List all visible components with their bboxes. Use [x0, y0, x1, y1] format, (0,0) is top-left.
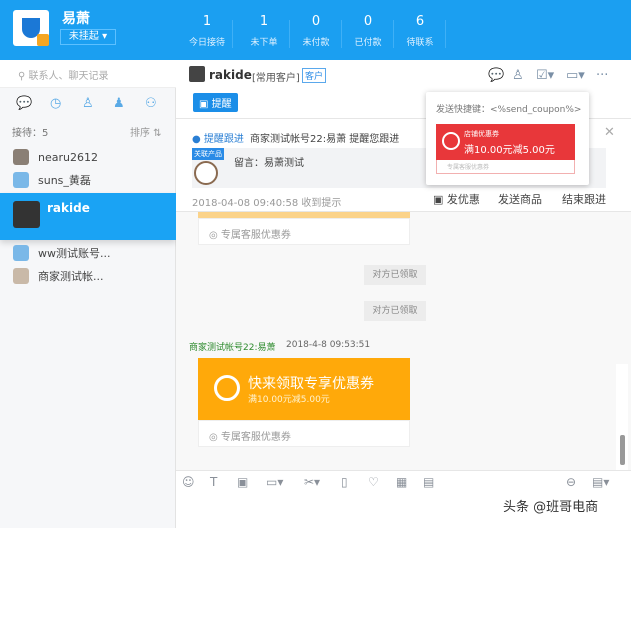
more-icon[interactable]: ··· [596, 68, 608, 83]
contact-item[interactable]: ww测试账号... [0, 242, 176, 265]
coupon-value: 满10.00元减5.00元 [464, 145, 555, 156]
avatar [13, 149, 29, 165]
system-message: 对方已领取 [364, 301, 426, 321]
coupon-type: 店铺优惠券 [464, 130, 499, 138]
sort-button[interactable]: 排序 ⇅ [130, 124, 162, 139]
coupon-card[interactable]: 快来领取专享优惠券 满10.00元减5.00元 [198, 358, 410, 420]
coupon-value: 满10.00元减5.00元 [248, 395, 330, 405]
contact-item[interactable]: nearu2612 [0, 146, 176, 169]
stat-today[interactable]: 1 今日接待 [181, 14, 233, 48]
avatar [13, 268, 29, 284]
clock-tab-icon[interactable]: ◷ [50, 96, 61, 111]
avatar [13, 245, 29, 261]
scrollbar[interactable] [616, 364, 628, 622]
coupon-footer: ◎ 专属客服优惠券 [198, 420, 410, 447]
shortcut-hint: 发送快捷键：<%send_coupon%> [436, 105, 582, 115]
reception-count: 接待：5 [12, 128, 49, 139]
emoji-icon[interactable]: ☺ [182, 475, 195, 489]
stat-to-contact[interactable]: 6 待联系 [394, 14, 446, 48]
status-dropdown[interactable]: 未挂起 ▾ [60, 29, 116, 45]
avatar [189, 66, 205, 82]
chat-panel: rakide [常用客户] 客户 ▣ 提醒 💬 ♙ ☑▾ ▭▾ ··· ● 提醒… [176, 60, 631, 622]
remind-button[interactable]: ▣ 提醒 [193, 93, 238, 112]
add-user-icon[interactable]: ♙ [512, 68, 524, 83]
stat-paid[interactable]: 0 已付款 [342, 14, 394, 48]
related-product-tag: 关联产品 [192, 148, 224, 160]
coupon-icon [442, 132, 460, 150]
sender-name: 商家测试帐号22:易萧 [189, 343, 276, 353]
transfer-icon[interactable]: ⊖ [566, 475, 576, 489]
send-coupon-button[interactable]: ▣ 发优惠 [433, 191, 480, 207]
heart-icon[interactable]: ♡ [368, 475, 379, 489]
chat-bubble-icon[interactable]: 💬 [488, 68, 504, 83]
customer-tag: [常用客户] [252, 73, 300, 84]
calculator-icon[interactable]: ▦ [396, 475, 407, 489]
group-tab-icon[interactable]: ♟ [113, 96, 125, 111]
contact-item[interactable]: 商家测试帐... [0, 265, 176, 288]
watermark: 头条 @班哥电商 [503, 500, 599, 515]
send-product-button[interactable]: 发送商品 [498, 191, 542, 207]
message-list: ◎ 专属客服优惠券 对方已领取 对方已领取 商家测试帐号22:易萧 2018-4… [176, 212, 631, 622]
follow-up-text: 商家测试帐号22:易萧 提醒您跟进 [250, 134, 400, 145]
system-message: 对方已领取 [364, 265, 426, 285]
video-icon[interactable]: ▭▾ [566, 68, 585, 83]
search-input[interactable]: ⚲ 联系人、聊天记录 [0, 60, 176, 88]
notice-time: 2018-04-08 09:40:58 收到提示 [192, 198, 342, 209]
avatar [13, 201, 40, 228]
end-follow-button[interactable]: 结束跟进 [562, 191, 606, 207]
chat-tab-icon[interactable]: 💬 [16, 96, 32, 111]
message-time: 2018-4-8 09:53:51 [286, 340, 371, 350]
customer-badge[interactable]: 客户 [302, 68, 327, 83]
customer-name: rakide [209, 68, 252, 82]
stat-unpaid[interactable]: 0 未付款 [290, 14, 342, 48]
task-icon[interactable]: ☑▾ [536, 68, 554, 83]
coupon-icon [214, 375, 240, 401]
sticker-image [194, 161, 218, 185]
popup-coupon-footer: 专属客服优惠券 [436, 160, 575, 174]
shop-logo [13, 10, 49, 46]
contact-item-selected[interactable]: rakide [0, 193, 176, 240]
font-icon[interactable]: T [210, 475, 217, 489]
shop-name: 易萧 [62, 11, 90, 27]
contact-tab-icon[interactable]: ♙ [82, 96, 94, 111]
history-icon[interactable]: ▤▾ [592, 475, 609, 489]
org-tab-icon[interactable]: ⚇ [145, 96, 157, 111]
contact-item[interactable]: suns_黄磊 [0, 169, 176, 192]
follow-up-link[interactable]: ● 提醒跟进 [192, 130, 244, 145]
avatar [13, 172, 29, 188]
shake-icon[interactable]: ▯ [341, 475, 348, 489]
search-icon: ⚲ [18, 71, 29, 82]
stat-no-order[interactable]: 1 未下单 [238, 14, 290, 48]
coupon-footer: ◎ 专属客服优惠券 [198, 218, 410, 245]
coupon-icon: ▣ [433, 193, 447, 206]
scissors-icon[interactable]: ✂▾ [304, 475, 320, 489]
sidebar: ⚲ 联系人、聊天记录 💬 ◷ ♙ ♟ ⚇ 接待：5 排序 ⇅ nearu2612… [0, 60, 176, 528]
folder-icon[interactable]: ▭▾ [266, 475, 283, 489]
close-icon[interactable]: ✕ [604, 125, 615, 140]
input-toolbar: ☺ T ▣ ▭▾ ✂▾ ▯ ♡ ▦ ▤ ⊖ ▤▾ [176, 470, 631, 492]
top-header: 易萧 未挂起 ▾ 1 今日接待 1 未下单 0 未付款 0 已付款 6 待联系 [0, 0, 631, 60]
popup-coupon[interactable]: 店铺优惠券 满10.00元减5.00元 [436, 124, 575, 160]
coupon-title: 快来领取专享优惠券 [248, 376, 374, 392]
notice-message: 留言：易萧测试 [234, 158, 304, 169]
scrollbar-thumb[interactable] [620, 435, 625, 465]
coupon-tool-icon[interactable]: ▤ [423, 475, 434, 489]
coupon-popup: 发送快捷键：<%send_coupon%> 店铺优惠券 满10.00元减5.00… [426, 92, 589, 185]
image-icon[interactable]: ▣ [237, 475, 248, 489]
